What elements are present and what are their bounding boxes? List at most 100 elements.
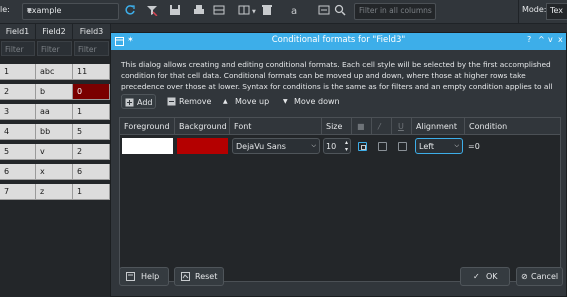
underline-header-icon: U bbox=[398, 122, 404, 131]
mode-select-value: Tex bbox=[550, 6, 564, 15]
chevron-down-icon: ⌵ bbox=[311, 142, 316, 149]
find-icon[interactable] bbox=[334, 4, 346, 16]
grid-cell[interactable]: x bbox=[36, 164, 73, 180]
add-icon bbox=[125, 98, 134, 107]
help-button-label: Help bbox=[141, 272, 160, 281]
table-label: le: bbox=[0, 5, 10, 14]
go-to-icon[interactable] bbox=[318, 4, 330, 16]
italic-checkbox[interactable] bbox=[378, 142, 387, 151]
cancel-button[interactable]: ⊘ Cancel bbox=[516, 267, 563, 286]
grid-cell[interactable]: aa bbox=[36, 104, 73, 120]
grid-cell[interactable]: bb bbox=[36, 124, 73, 140]
column-header-size: Size bbox=[322, 118, 352, 135]
column-header-background: Background bbox=[175, 118, 230, 135]
table-row: 6x6 bbox=[0, 164, 110, 180]
move-up-button[interactable]: ▲ Move up bbox=[223, 94, 273, 109]
delete-record-icon[interactable] bbox=[238, 4, 250, 16]
grid-cell[interactable]: 2 bbox=[73, 144, 110, 160]
grid-cell[interactable]: 6 bbox=[0, 164, 36, 180]
grid-cell[interactable]: 1 bbox=[0, 64, 36, 80]
table-select[interactable]: example ▼ bbox=[22, 3, 119, 20]
close-icon[interactable]: x bbox=[558, 35, 563, 44]
toolbar-divider bbox=[518, 0, 519, 23]
refresh-icon[interactable] bbox=[124, 4, 136, 16]
column-header-field3[interactable]: Field3 bbox=[73, 24, 111, 39]
alignment-value: Left bbox=[419, 142, 435, 151]
filter-input-field1[interactable]: Filter bbox=[1, 41, 35, 56]
underline-checkbox[interactable] bbox=[398, 142, 407, 151]
alignment-select[interactable]: Left ⌵ bbox=[415, 138, 463, 154]
ok-button[interactable]: ✓ OK bbox=[460, 267, 510, 286]
italic-header-icon: / bbox=[378, 122, 381, 131]
font-bold-icon[interactable]: a bbox=[290, 4, 302, 16]
mode-select[interactable]: Tex bbox=[546, 3, 567, 20]
chevron-down-icon[interactable]: v bbox=[548, 35, 553, 44]
filter-all-columns-input[interactable]: Filter in all columns bbox=[354, 3, 436, 20]
size-spinbox[interactable]: 10 ▴ ▾ bbox=[323, 138, 351, 154]
bold-checkbox-mark bbox=[361, 145, 366, 150]
bold-checkbox[interactable] bbox=[358, 142, 367, 151]
chevron-down-icon[interactable]: ▼ bbox=[252, 9, 256, 15]
grid-cell[interactable]: 1 bbox=[73, 184, 110, 200]
grid-cell[interactable]: 7 bbox=[0, 184, 36, 200]
grid-cell[interactable]: v bbox=[36, 144, 73, 160]
save-table-icon[interactable] bbox=[169, 4, 181, 16]
bold-header-icon: ■ bbox=[357, 122, 365, 131]
clear-filters-icon[interactable] bbox=[146, 4, 158, 16]
spin-up-icon[interactable]: ▴ bbox=[345, 139, 348, 146]
grid-cell[interactable]: 5 bbox=[0, 144, 36, 160]
data-grid: Field1 Field2 Field3 Filter Filter Filte… bbox=[0, 24, 111, 297]
foreground-color-swatch[interactable] bbox=[122, 138, 173, 154]
table-row: 7z1 bbox=[0, 184, 110, 200]
column-header-foreground: Foreground bbox=[120, 118, 175, 135]
print-icon[interactable] bbox=[193, 4, 205, 16]
reset-button[interactable]: Reset bbox=[174, 267, 224, 286]
help-icon[interactable]: ? bbox=[527, 35, 531, 44]
insert-record-icon[interactable] bbox=[213, 4, 225, 16]
add-button[interactable]: Add bbox=[121, 94, 156, 109]
table-row: 5v2 bbox=[0, 144, 110, 160]
remove-button[interactable]: Remove bbox=[167, 94, 217, 109]
column-header-underline: U bbox=[392, 118, 412, 135]
grid-cell[interactable]: 11 bbox=[73, 64, 110, 80]
help-icon bbox=[126, 272, 135, 281]
svg-text:a: a bbox=[291, 6, 297, 16]
grid-cell[interactable]: 3 bbox=[0, 104, 36, 120]
font-select[interactable]: DejaVu Sans ⌵ bbox=[232, 138, 320, 154]
grid-cell[interactable]: 2 bbox=[0, 84, 36, 100]
chevron-up-icon[interactable]: ^ bbox=[538, 35, 545, 44]
filter-input-field2[interactable]: Filter bbox=[37, 41, 72, 56]
help-button[interactable]: Help bbox=[119, 267, 169, 286]
table-row: 3 aa 1 bbox=[0, 104, 110, 120]
checkmark-icon: ✓ bbox=[473, 272, 480, 281]
column-header-field1[interactable]: Field1 bbox=[0, 24, 36, 39]
filter-input-field3[interactable]: Filter bbox=[74, 41, 109, 56]
column-header-field2[interactable]: Field2 bbox=[36, 24, 73, 39]
grid-cell[interactable]: 0 bbox=[73, 84, 110, 100]
grid-cell[interactable]: 5 bbox=[73, 124, 110, 140]
move-down-label: Move down bbox=[294, 97, 340, 106]
reset-button-label: Reset bbox=[195, 272, 218, 281]
filter-all-placeholder: Filter in all columns bbox=[359, 6, 432, 15]
column-header-alignment: Alignment bbox=[412, 118, 465, 135]
grid-cell[interactable]: b bbox=[36, 84, 73, 100]
grid-cell[interactable]: 6 bbox=[73, 164, 110, 180]
move-down-button[interactable]: ▼ Move down bbox=[283, 94, 343, 109]
spin-down-icon[interactable]: ▾ bbox=[345, 146, 348, 153]
grid-cell[interactable]: 4 bbox=[0, 124, 36, 140]
dialog-titlebar[interactable]: ✶ Conditional formats for "Field3" ? ^ v… bbox=[111, 33, 566, 50]
cancel-icon: ⊘ bbox=[521, 272, 528, 281]
grid-cell[interactable]: 1 bbox=[73, 104, 110, 120]
table-row: 2b0 bbox=[0, 84, 110, 100]
background-color-swatch[interactable] bbox=[177, 138, 228, 154]
move-up-label: Move up bbox=[235, 97, 270, 106]
dialog-title: Conditional formats for "Field3" bbox=[271, 35, 406, 45]
chevron-down-icon: ⌵ bbox=[454, 142, 459, 149]
grid-cell[interactable]: abc bbox=[36, 64, 73, 80]
column-header-bold: ■ bbox=[352, 118, 372, 135]
grid-cell[interactable]: z bbox=[36, 184, 73, 200]
add-button-label: Add bbox=[137, 98, 153, 107]
delete-icon[interactable] bbox=[261, 4, 273, 16]
condition-value[interactable]: =0 bbox=[468, 142, 480, 151]
conditional-formats-dialog: ✶ Conditional formats for "Field3" ? ^ v… bbox=[110, 32, 567, 297]
